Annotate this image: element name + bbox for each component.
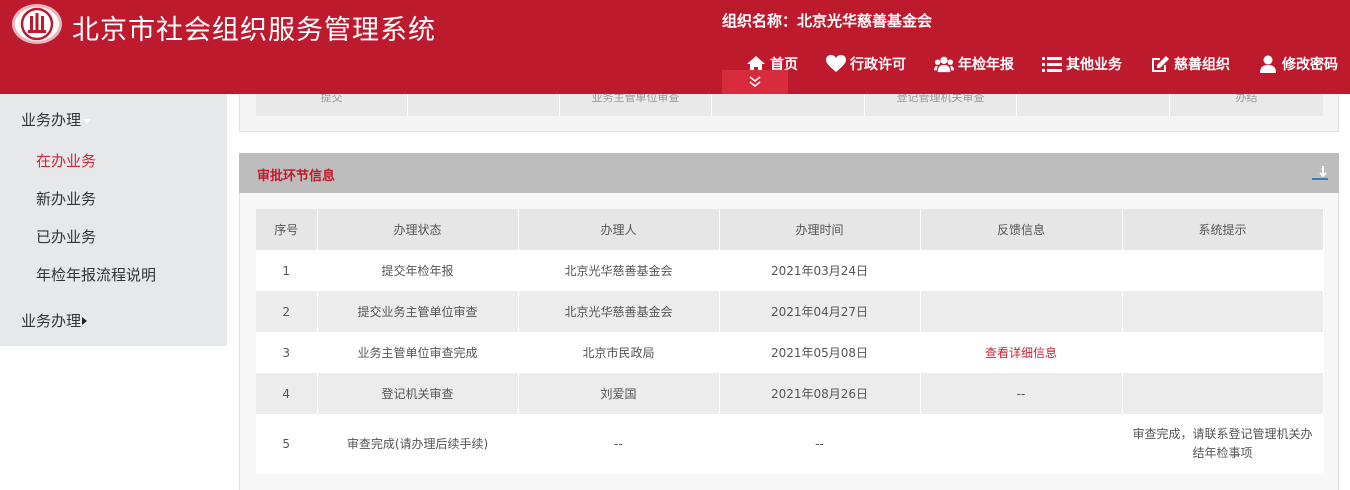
step-supervisor-review: 业务主管单位审查 <box>560 94 712 116</box>
table-row: 2 提交业务主管单位审查 北京光华慈善基金会 2021年04月27日 <box>256 291 1324 332</box>
cell-time: 2021年08月26日 <box>719 373 921 414</box>
cell-handler: -- <box>518 414 720 474</box>
nav-annual-report[interactable]: 年检年报 <box>912 52 1020 76</box>
approval-section-body: 序号 办理状态 办理人 办理时间 反馈信息 系统提示 1 提交年检年报 北京光华… <box>239 193 1339 490</box>
process-steps-panel: 提交 业务主管单位审查 登记管理机关审查 办结 <box>239 94 1339 132</box>
sidebar-item-new[interactable]: 新办业务 <box>36 188 96 209</box>
step-spacer <box>712 94 865 116</box>
cell-no: 1 <box>256 250 318 291</box>
table-row: 5 审查完成(请办理后续手续) -- -- 审查完成，请联系登记管理机关办结年检… <box>256 414 1324 474</box>
logo-emblem <box>12 4 62 44</box>
nav-change-password[interactable]: 修改密码 <box>1236 52 1344 76</box>
approval-section-header: 审批环节信息 <box>239 153 1339 193</box>
step-spacer <box>408 94 560 116</box>
process-steps-row: 提交 业务主管单位审查 登记管理机关审查 办结 <box>256 94 1323 116</box>
sidebar-group-label: 业务办理 <box>21 111 82 129</box>
edit-icon <box>1150 55 1170 73</box>
organization-name: 组织名称：北京光华慈善基金会 <box>722 12 933 30</box>
top-nav: 首页 行政许可 年检年报 其他业务 慈善组织 修改密码 <box>724 52 1344 76</box>
view-details-link[interactable]: 查看详细信息 <box>985 346 1057 360</box>
cell-no: 2 <box>256 291 318 332</box>
sidebar-group-label: 业务办理 <box>21 312 82 330</box>
table-row: 3 业务主管单位审查完成 北京市民政局 2021年05月08日 查看详细信息 <box>256 332 1324 373</box>
cell-hint <box>1122 373 1324 414</box>
double-chevron-down-icon <box>749 76 761 88</box>
col-header-no: 序号 <box>256 209 318 250</box>
nav-admin-license-label: 行政许可 <box>850 57 906 73</box>
step-complete: 办结 <box>1235 94 1258 104</box>
nav-admin-license[interactable]: 行政许可 <box>804 52 912 76</box>
col-header-time: 办理时间 <box>719 209 921 250</box>
nav-charity-org-label: 慈善组织 <box>1174 57 1230 73</box>
cell-time: -- <box>719 414 921 474</box>
app-header: 北京市社会组织服务管理系统 组织名称：北京光华慈善基金会 首页 行政许可 年检年… <box>0 0 1350 94</box>
step-registration-review: 登记管理机关审查 <box>865 94 1017 116</box>
cell-hint <box>1122 250 1324 291</box>
cell-time: 2021年04月27日 <box>719 291 921 332</box>
cell-feedback: -- <box>920 373 1123 414</box>
system-title: 北京市社会组织服务管理系统 <box>72 15 436 46</box>
step-spacer <box>1017 94 1170 116</box>
cell-time: 2021年03月24日 <box>719 250 921 291</box>
cell-handler: 北京光华慈善基金会 <box>518 291 720 332</box>
cell-no: 4 <box>256 373 318 414</box>
cell-status: 提交年检年报 <box>317 250 519 291</box>
nav-charity-org[interactable]: 慈善组织 <box>1128 52 1236 76</box>
list-icon <box>1042 55 1062 73</box>
sidebar-item-process-guide[interactable]: 年检年报流程说明 <box>36 264 156 285</box>
cell-status: 业务主管单位审查完成 <box>317 332 519 373</box>
cell-handler: 刘爱国 <box>518 373 720 414</box>
cell-hint <box>1122 332 1324 373</box>
cell-feedback: 查看详细信息 <box>920 332 1123 373</box>
collapse-section-icon[interactable] <box>1311 165 1329 181</box>
nav-other-business[interactable]: 其他业务 <box>1020 52 1128 76</box>
sidebar-item-in-progress[interactable]: 在办业务 <box>36 150 96 171</box>
sidebar-group-business[interactable]: 业务办理 <box>21 109 92 130</box>
cell-feedback <box>920 414 1123 474</box>
table-header-row: 序号 办理状态 办理人 办理时间 反馈信息 系统提示 <box>256 209 1324 250</box>
nav-other-business-label: 其他业务 <box>1066 57 1122 73</box>
user-icon <box>1258 55 1278 73</box>
cell-status: 审查完成(请办理后续手续) <box>317 414 519 474</box>
sidebar-group-business-2[interactable]: 业务办理 <box>21 310 88 331</box>
nav-annual-report-label: 年检年报 <box>958 57 1014 73</box>
table-row: 4 登记机关审查 刘爱国 2021年08月26日 -- <box>256 373 1324 414</box>
sidebar: 业务办理 在办业务 新办业务 已办业务 年检年报流程说明 业务办理 <box>0 94 227 346</box>
cell-handler: 北京市民政局 <box>518 332 720 373</box>
cell-feedback <box>920 250 1123 291</box>
col-header-hint: 系统提示 <box>1122 209 1324 250</box>
approval-section-title: 审批环节信息 <box>257 169 336 184</box>
col-header-status: 办理状态 <box>317 209 519 250</box>
caret-right-icon <box>82 316 88 325</box>
cell-no: 5 <box>256 414 318 474</box>
cell-status: 提交业务主管单位审查 <box>317 291 519 332</box>
cell-no: 3 <box>256 332 318 373</box>
cell-hint <box>1122 291 1324 332</box>
cell-status: 登记机关审查 <box>317 373 519 414</box>
nav-change-password-label: 修改密码 <box>1282 57 1338 73</box>
caret-down-icon <box>83 119 92 124</box>
users-icon <box>934 55 954 73</box>
approval-table: 序号 办理状态 办理人 办理时间 反馈信息 系统提示 1 提交年检年报 北京光华… <box>256 209 1324 474</box>
step-submit: 提交 <box>256 94 408 116</box>
cell-feedback <box>920 291 1123 332</box>
cell-time: 2021年05月08日 <box>719 332 921 373</box>
sidebar-item-done[interactable]: 已办业务 <box>36 226 96 247</box>
cell-handler: 北京光华慈善基金会 <box>518 250 720 291</box>
col-header-handler: 办理人 <box>518 209 720 250</box>
col-header-feedback: 反馈信息 <box>920 209 1123 250</box>
heart-icon <box>826 55 846 73</box>
cell-hint: 审查完成，请联系登记管理机关办结年检事项 <box>1122 414 1324 474</box>
collapse-header-toggle[interactable] <box>722 70 788 94</box>
table-row: 1 提交年检年报 北京光华慈善基金会 2021年03月24日 <box>256 250 1324 291</box>
